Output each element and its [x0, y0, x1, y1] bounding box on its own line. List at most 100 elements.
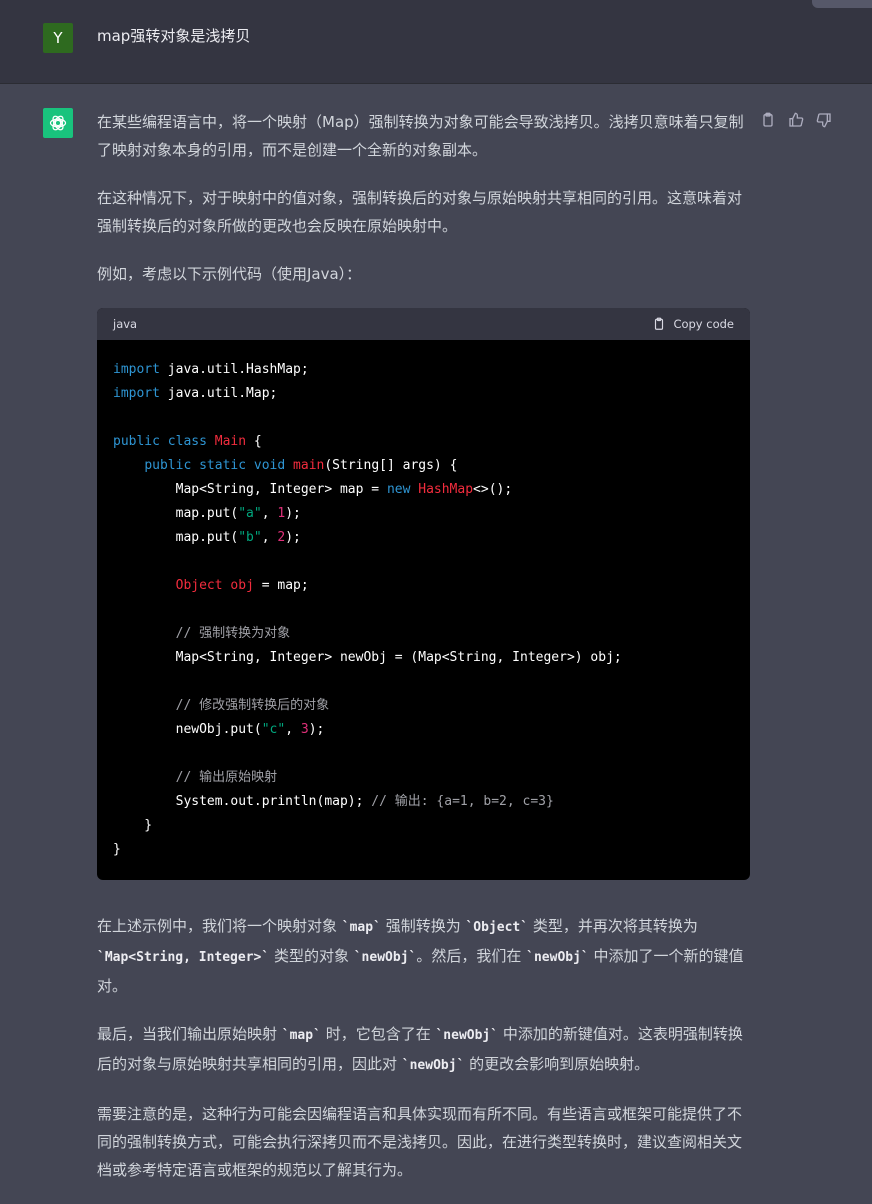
- code-token: public: [144, 458, 192, 473]
- code-token: }: [113, 818, 153, 833]
- code-token: Object: [175, 578, 223, 593]
- code-token: map.put(: [113, 506, 239, 521]
- code-token: map.put(: [113, 530, 239, 545]
- code-token: void: [253, 458, 286, 473]
- top-scroll-tab[interactable]: [812, 0, 872, 8]
- code-block: java Copy code import java.util.HashMap;…: [97, 308, 750, 880]
- code-line: import java.util.Map;: [113, 382, 734, 406]
- paragraph-conclusion: 最后，当我们输出原始映射 `map` 时，它包含了在 `newObj` 中添加的…: [97, 1025, 743, 1073]
- user-message-text: map强转对象是浅拷贝: [97, 27, 251, 45]
- code-token: (String[] args) {: [324, 458, 458, 473]
- paragraph-explanation: 在这种情况下，对于映射中的值对象，强制转换后的对象与原始映射共享相同的引用。这意…: [97, 189, 743, 235]
- code-token: class: [167, 434, 207, 449]
- code-token: main: [293, 458, 325, 473]
- code-language-label: java: [113, 317, 138, 331]
- code-line: System.out.println(map); // 输出: {a=1, b=…: [113, 790, 734, 814]
- inline-code: `Object`: [465, 920, 529, 935]
- assistant-message: 在某些编程语言中，将一个映射（Map）强制转换为对象可能会导致浅拷贝。浅拷贝意味…: [97, 108, 750, 1204]
- code-token: }: [113, 842, 121, 857]
- inline-code: `newObj`: [435, 1028, 499, 1043]
- code-token: obj: [230, 578, 254, 593]
- code-line: map.put("b", 2);: [113, 526, 734, 550]
- code-line: }: [113, 814, 734, 838]
- thumbs-down-icon[interactable]: [816, 112, 834, 130]
- code-line: // 修改强制转换后的对象: [113, 694, 734, 718]
- paragraph-example-explanation: 在上述示例中，我们将一个映射对象 `map` 强制转换为 `Object` 类型…: [97, 917, 744, 995]
- code-token: Main: [214, 434, 247, 449]
- code-token: public: [113, 434, 160, 449]
- inline-code: `Map<String, Integer>`: [97, 950, 270, 965]
- code-line: Map<String, Integer> newObj = (Map<Strin…: [113, 646, 734, 670]
- message-actions: [760, 110, 840, 132]
- code-content: import java.util.HashMap; import java.uti…: [97, 340, 750, 880]
- inline-code: `newObj`: [401, 1058, 465, 1073]
- code-token: "a": [238, 506, 262, 521]
- code-token: // 强制转换为对象: [175, 626, 291, 641]
- user-avatar: Y: [43, 23, 73, 53]
- inline-code: `map`: [281, 1028, 321, 1043]
- code-token: );: [308, 722, 325, 737]
- code-token: static: [199, 458, 247, 473]
- code-line: map.put("a", 1);: [113, 502, 734, 526]
- code-token: // 输出: {a=1, b=2, c=3}: [371, 794, 554, 809]
- code-token: ,: [285, 722, 301, 737]
- code-token: System.out.println(map);: [113, 794, 372, 809]
- code-token: ,: [261, 530, 278, 545]
- code-token: "b": [238, 530, 262, 545]
- clipboard-icon: [652, 317, 666, 331]
- code-line: public class Main {: [113, 430, 734, 454]
- code-token: new: [386, 482, 411, 497]
- code-token: ,: [261, 506, 278, 521]
- code-line: import java.util.HashMap;: [113, 358, 734, 382]
- code-token: );: [285, 506, 301, 521]
- inline-code: `map`: [341, 920, 381, 935]
- thumbs-up-icon[interactable]: [788, 112, 806, 130]
- copy-code-button[interactable]: Copy code: [652, 310, 734, 338]
- code-token: // 修改强制转换后的对象: [175, 698, 330, 713]
- chatgpt-logo-icon: [43, 108, 73, 138]
- code-line: public static void main(String[] args) {: [113, 454, 734, 478]
- clipboard-icon[interactable]: [760, 112, 778, 130]
- code-token: import: [113, 362, 160, 377]
- code-token: );: [285, 530, 301, 545]
- code-token: // 输出原始映射: [175, 770, 278, 785]
- inline-code: `newObj`: [353, 950, 417, 965]
- code-token: Map<String, Integer> newObj = (Map<Strin…: [113, 650, 622, 665]
- code-token: java.util.HashMap;: [159, 362, 309, 377]
- code-token: java.util.Map;: [159, 386, 278, 401]
- code-line: Object obj = map;: [113, 574, 734, 598]
- user-message-row: Y map强转对象是浅拷贝: [0, 0, 872, 84]
- copy-code-label: Copy code: [673, 317, 734, 331]
- code-token: 3: [300, 722, 309, 737]
- code-token: {: [246, 434, 262, 449]
- paragraph-note: 需要注意的是，这种行为可能会因编程语言和具体实现而有所不同。有些语言或框架可能提…: [97, 1105, 743, 1179]
- code-line: // 强制转换为对象: [113, 622, 734, 646]
- code-line: // 输出原始映射: [113, 766, 734, 790]
- code-token: Map<String, Integer> map =: [113, 482, 387, 497]
- code-token: newObj.put(: [113, 722, 262, 737]
- code-line: newObj.put("c", 3);: [113, 718, 734, 742]
- code-token: import: [113, 386, 160, 401]
- code-line: }: [113, 838, 734, 862]
- code-header: java Copy code: [97, 308, 750, 340]
- code-token: = map;: [253, 578, 309, 593]
- paragraph-example-lead: 例如，考虑以下示例代码（使用Java）：: [97, 265, 362, 283]
- code-token: HashMap: [418, 482, 474, 497]
- inline-code: `newObj`: [526, 950, 589, 965]
- code-token: "c": [261, 722, 286, 737]
